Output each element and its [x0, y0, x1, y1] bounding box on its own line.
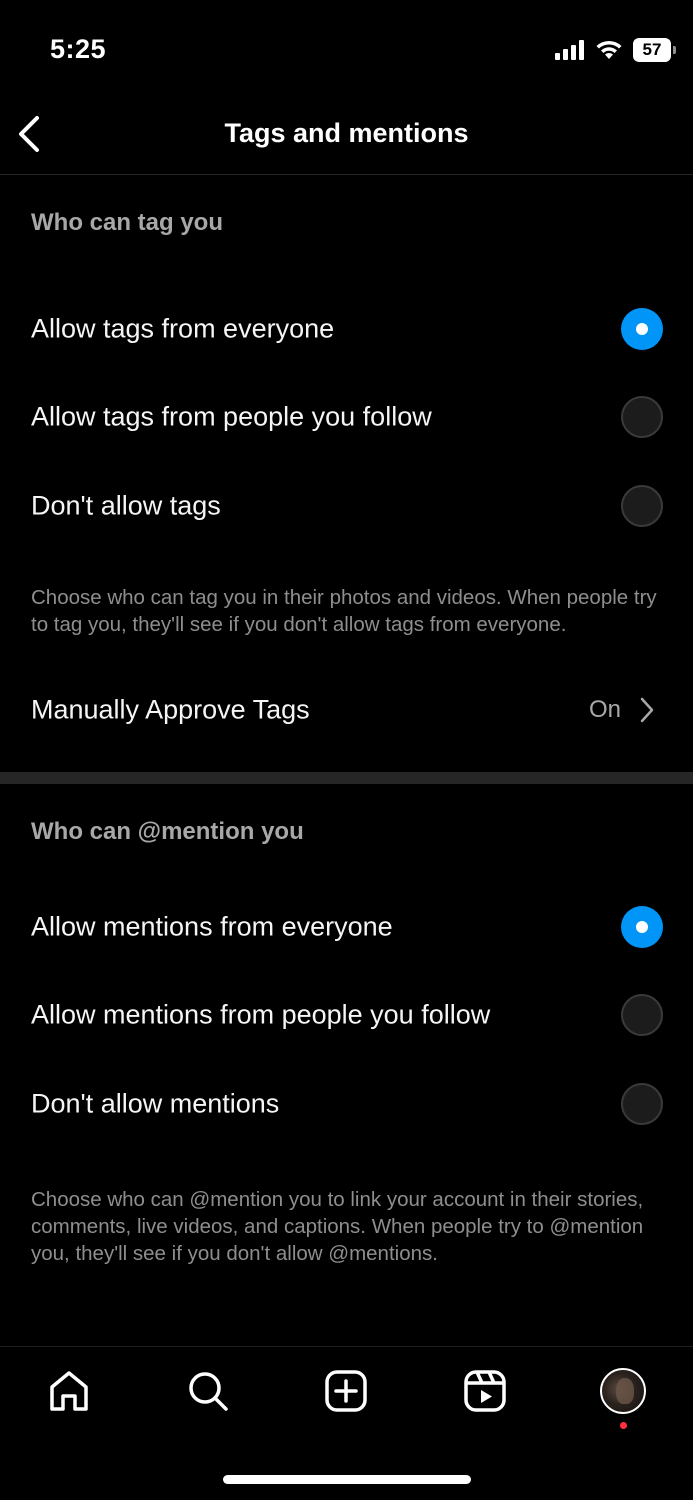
signal-icon	[555, 40, 584, 60]
reels-icon	[464, 1370, 506, 1412]
tag-option-everyone[interactable]: Allow tags from everyone	[0, 285, 693, 373]
mention-option-everyone[interactable]: Allow mentions from everyone	[0, 883, 693, 971]
mentions-section: Who can @mention you Allow mentions from…	[0, 784, 693, 1344]
option-label: Allow mentions from everyone	[31, 911, 393, 942]
section-divider	[0, 772, 693, 784]
tags-helper-text: Choose who can tag you in their photos a…	[31, 586, 657, 636]
option-label: Don't allow tags	[31, 490, 221, 521]
radio-selected[interactable]	[621, 308, 663, 350]
option-label: Allow tags from everyone	[31, 313, 335, 344]
tab-home[interactable]	[45, 1367, 93, 1415]
notification-dot	[620, 1422, 627, 1429]
radio-unselected[interactable]	[621, 485, 663, 527]
battery-icon: 57	[633, 38, 676, 62]
manually-approve-tags-row[interactable]: Manually Approve Tags On	[0, 680, 693, 740]
option-label: Don't allow mentions	[31, 1088, 280, 1119]
mention-option-none[interactable]: Don't allow mentions	[0, 1060, 693, 1148]
tags-section: Who can tag you Allow tags from everyone…	[0, 175, 693, 772]
radio-unselected[interactable]	[621, 396, 663, 438]
radio-unselected[interactable]	[621, 1083, 663, 1125]
mentions-section-label: Who can @mention you	[31, 818, 304, 845]
search-icon	[189, 1372, 228, 1411]
create-icon	[325, 1370, 367, 1412]
manually-approve-tags-value: On	[588, 696, 621, 723]
home-icon	[50, 1371, 88, 1411]
status-bar: 5:25 57	[0, 0, 693, 100]
radio-unselected[interactable]	[621, 994, 663, 1036]
tags-section-label: Who can tag you	[31, 209, 223, 236]
tab-search[interactable]	[184, 1367, 232, 1415]
profile-avatar	[600, 1368, 646, 1414]
tab-profile[interactable]	[599, 1367, 647, 1415]
tag-option-none[interactable]: Don't allow tags	[0, 462, 693, 550]
tab-reels[interactable]	[461, 1367, 509, 1415]
header: Tags and mentions	[0, 100, 693, 175]
option-label: Allow tags from people you follow	[31, 401, 432, 432]
mention-option-following[interactable]: Allow mentions from people you follow	[0, 971, 693, 1059]
tab-bar	[0, 1346, 693, 1439]
tag-option-following[interactable]: Allow tags from people you follow	[0, 373, 693, 461]
tab-create[interactable]	[322, 1367, 370, 1415]
radio-selected[interactable]	[621, 906, 663, 948]
status-time: 5:25	[50, 34, 107, 64]
option-label: Allow mentions from people you follow	[31, 999, 491, 1030]
page-title: Tags and mentions	[224, 118, 469, 148]
mentions-helper-text: Choose who can @mention you to link your…	[31, 1188, 644, 1265]
chevron-right-icon	[640, 697, 654, 723]
wifi-icon	[596, 40, 622, 59]
home-indicator	[223, 1475, 471, 1484]
status-icons: 57	[555, 38, 676, 62]
manually-approve-tags-label: Manually Approve Tags	[31, 694, 310, 725]
